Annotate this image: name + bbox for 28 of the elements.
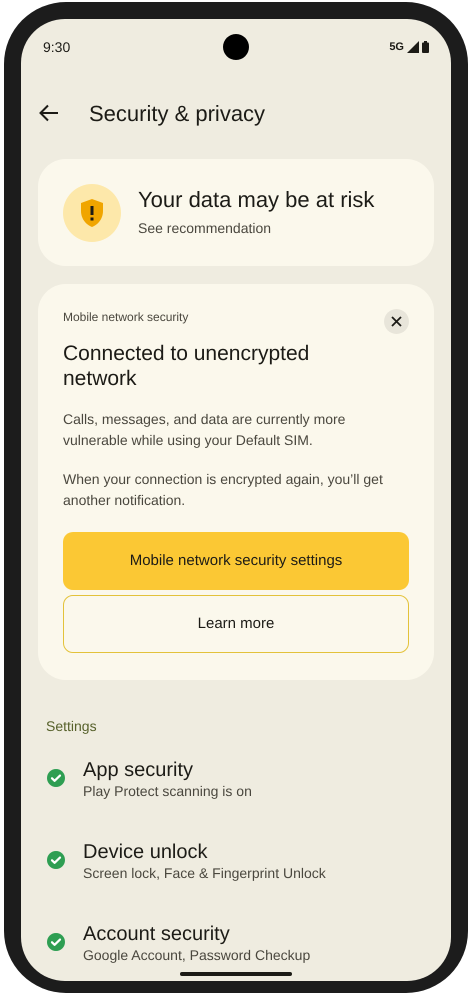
item-subtitle: Play Protect scanning is on [83, 783, 252, 799]
close-icon [391, 316, 402, 327]
risk-card[interactable]: Your data may be at risk See recommendation [38, 159, 434, 266]
camera-hole [223, 34, 249, 60]
close-button[interactable] [384, 309, 409, 334]
settings-button[interactable]: Mobile network security settings [63, 532, 409, 590]
page-title: Security & privacy [89, 100, 266, 128]
item-title: Device unlock [83, 840, 209, 865]
signal-icon [407, 41, 419, 53]
item-title: App security [83, 758, 194, 783]
item-title: Account security [83, 922, 231, 947]
alert-paragraph: When your connection is encrypted again, you’ll get another notification. [63, 470, 384, 510]
settings-item[interactable]: Device unlock Screen lock, Face & Fingerprint Unlock [21, 839, 451, 881]
alert-paragraph: Calls, messages, and data are currently more vulnerable while using your Default SIM. [63, 410, 346, 450]
risk-title: Your data may be at risk [138, 186, 374, 214]
alert-category: Mobile network security [63, 309, 190, 326]
alert-title: Connected to unencrypted network [63, 341, 310, 391]
network-label: 5G [389, 40, 404, 55]
risk-subtitle: See recommendation [138, 219, 272, 238]
settings-item[interactable]: App security Play Protect scanning is on [21, 757, 451, 799]
settings-item[interactable]: Account security Google Account, Password Checkup [21, 921, 451, 963]
back-arrow-icon[interactable] [39, 104, 59, 122]
learn-more-button[interactable]: Learn more [63, 595, 409, 653]
item-subtitle: Screen lock, Face & Fingerprint Unlock [83, 865, 326, 881]
battery-icon [422, 41, 429, 53]
section-heading: Settings [46, 717, 98, 736]
item-subtitle: Google Account, Password Checkup [83, 947, 310, 963]
status-time: 9:30 [43, 38, 70, 56]
